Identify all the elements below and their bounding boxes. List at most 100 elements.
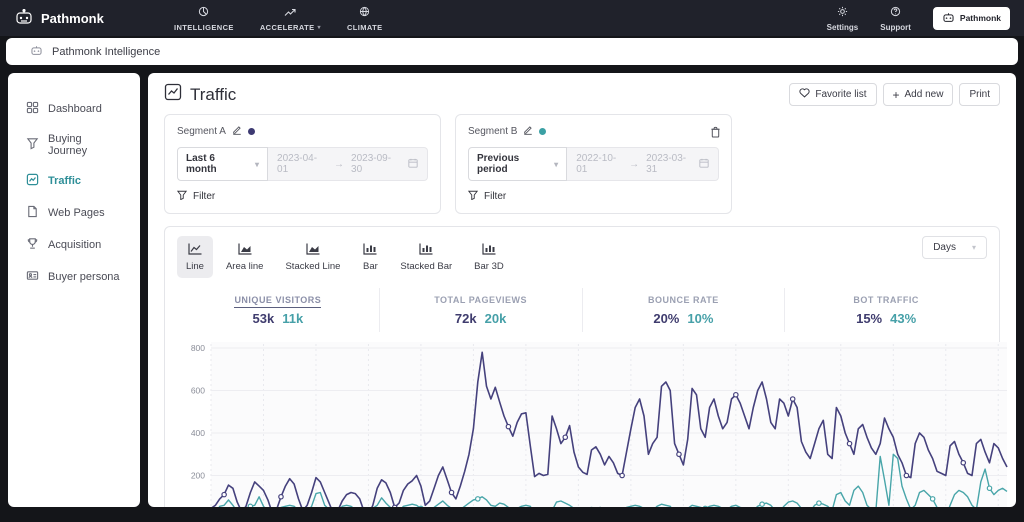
segment-a-color-dot	[247, 128, 255, 135]
chart-type-label: Bar	[363, 261, 378, 272]
metric-label[interactable]: BOT TRAFFIC	[853, 295, 919, 307]
metric-bot-traffic: BOT TRAFFIC 15% 43%	[785, 288, 987, 332]
metric-total-pageviews: TOTAL PAGEVIEWS 72k 20k	[380, 288, 583, 332]
sidebar-item-label: Dashboard	[48, 103, 102, 115]
nav-item-accelerate[interactable]: ACCELERATE ▾	[260, 4, 321, 32]
metric-bounce-rate: BOUNCE RATE 20% 10%	[583, 288, 786, 332]
gear-icon	[837, 4, 848, 22]
edit-pencil-icon[interactable]	[232, 125, 242, 138]
nav-settings-button[interactable]: Settings	[826, 4, 859, 32]
pathmonk-gray-icon	[30, 43, 43, 61]
sidebar-item-dashboard[interactable]: Dashboard	[8, 93, 140, 125]
segment-b-filter-button[interactable]: Filter	[467, 190, 528, 203]
interval-value: Days	[933, 242, 956, 253]
sidebar-item-label: Traffic	[48, 175, 82, 187]
sidebar-item-traffic[interactable]: Traffic	[8, 165, 140, 197]
nav-menu: INTELLIGENCE ACCELERATE ▾ CLIMATE	[174, 4, 383, 32]
nav-support-button[interactable]: Support	[880, 4, 911, 32]
heart-icon	[799, 88, 811, 101]
account-button[interactable]: Pathmonk	[932, 6, 1010, 30]
page-title: Traffic	[164, 83, 236, 106]
sidebar-item-acquisition[interactable]: Acquisition	[8, 229, 140, 261]
metric-value-segment-a: 53k	[252, 311, 275, 326]
chart-type-label: Line	[186, 261, 204, 272]
delete-segment-icon[interactable]	[710, 125, 721, 143]
segment-a-date-to: 2023-09-30	[351, 153, 392, 175]
sidebar-item-buyer-persona[interactable]: Buyer persona	[8, 261, 140, 293]
type-bar-icon	[362, 242, 378, 259]
segment-a-date-from: 2023-04-01	[277, 153, 318, 175]
breadcrumb[interactable]: Pathmonk Intelligence	[6, 38, 1018, 65]
chart-type-line[interactable]: Line	[177, 236, 213, 278]
sidebar: Dashboard Buying Journey Traffic Web Pages A…	[8, 73, 140, 507]
add-new-label: Add new	[904, 89, 944, 100]
brand-logo[interactable]: Pathmonk	[14, 8, 174, 28]
traffic-chart-icon	[164, 83, 182, 106]
chevron-down-icon: ▾	[317, 25, 321, 31]
segment-b-period-select[interactable]: Previous period ▾	[468, 147, 568, 181]
metrics-row: UNIQUE VISITORS 53k 11k TOTAL PAGEVIEWS 72k 2…	[177, 288, 987, 332]
nav-mini-label: Support	[880, 23, 911, 32]
climate-icon	[359, 4, 370, 22]
chart-type-bar-3d[interactable]: Bar 3D	[465, 236, 513, 278]
traffic-line-chart[interactable]: Sat, 1 AprThu, 13 AprTue, 25 AprSun, 7 M…	[177, 336, 1008, 507]
segment-a-filter-button[interactable]: Filter	[176, 190, 237, 203]
sidebar-item-label: Web Pages	[48, 207, 105, 219]
type-line-icon	[187, 242, 203, 259]
chart-type-stacked-bar[interactable]: Stacked Bar	[391, 236, 461, 278]
metric-value-segment-b: 20k	[484, 311, 507, 326]
metric-label[interactable]: BOUNCE RATE	[648, 295, 719, 307]
segment-a-date-range[interactable]: 2023-04-01 → 2023-09-30	[268, 147, 428, 181]
metric-value-segment-b: 10%	[687, 311, 714, 326]
metric-label[interactable]: UNIQUE VISITORS	[234, 295, 322, 308]
metric-value-segment-b: 43%	[890, 311, 917, 326]
arrow-right-icon: →	[629, 158, 640, 170]
sidebar-item-label: Acquisition	[48, 239, 102, 251]
nav-item-climate[interactable]: CLIMATE	[347, 4, 383, 32]
segment-a-card: Segment A Last 6 month ▾ 2023-04-01 → 20…	[164, 114, 441, 214]
segment-b-period-value: Previous period	[477, 153, 520, 175]
web-pages-icon	[26, 205, 39, 221]
chart-type-area-line[interactable]: Area line	[217, 236, 273, 278]
chevron-down-icon: ▾	[255, 159, 260, 169]
buyer-persona-icon	[26, 269, 39, 285]
y-axis-tick-label: 800	[191, 343, 205, 353]
chart-type-stacked-line[interactable]: Stacked Line	[276, 236, 349, 278]
favorite-list-button[interactable]: Favorite list	[789, 83, 877, 106]
segment-a-period-value: Last 6 month	[186, 153, 217, 175]
nav-mini-label: Settings	[826, 23, 859, 32]
segment-a-period-select[interactable]: Last 6 month ▾	[177, 147, 269, 181]
breadcrumb-label: Pathmonk Intelligence	[52, 45, 161, 58]
dashboard-icon	[26, 101, 39, 117]
funnel-icon	[467, 190, 479, 203]
chart-type-label: Bar 3D	[474, 261, 504, 272]
chart-type-label: Stacked Line	[285, 261, 341, 272]
print-button[interactable]: Print	[959, 83, 1000, 106]
metric-value-segment-a: 72k	[454, 311, 477, 326]
accelerate-icon	[284, 4, 296, 22]
chevron-down-icon: ▾	[971, 243, 976, 252]
sidebar-item-buying-journey[interactable]: Buying Journey	[8, 125, 140, 165]
top-navbar: Pathmonk INTELLIGENCE ACCELERATE ▾ CLIMATE…	[0, 0, 1024, 36]
favorite-list-label: Favorite list	[815, 89, 867, 100]
metric-unique-visitors: UNIQUE VISITORS 53k 11k	[177, 288, 380, 332]
traffic-icon	[26, 173, 39, 189]
type-bar-icon	[418, 242, 434, 259]
add-new-button[interactable]: + Add new	[882, 83, 954, 106]
page-title-text: Traffic	[190, 84, 237, 104]
plus-icon: +	[892, 87, 900, 102]
segment-b-date-range[interactable]: 2022-10-01 → 2023-03-31	[567, 147, 719, 181]
metric-label[interactable]: TOTAL PAGEVIEWS	[434, 295, 527, 307]
edit-pencil-icon[interactable]	[523, 125, 533, 138]
nav-item-label: INTELLIGENCE	[174, 23, 234, 32]
interval-select[interactable]: Days ▾	[922, 236, 987, 259]
intelligence-icon	[198, 4, 209, 22]
chart-type-bar[interactable]: Bar	[353, 236, 387, 278]
sidebar-item-web-pages[interactable]: Web Pages	[8, 197, 140, 229]
sidebar-item-label: Buyer persona	[48, 271, 120, 283]
pathmonk-robot-icon-small	[942, 12, 955, 25]
segment-a-filter-label: Filter	[193, 191, 216, 202]
chevron-down-icon: ▾	[554, 159, 559, 169]
acquisition-icon	[26, 237, 39, 253]
nav-item-intelligence[interactable]: INTELLIGENCE	[174, 4, 234, 32]
